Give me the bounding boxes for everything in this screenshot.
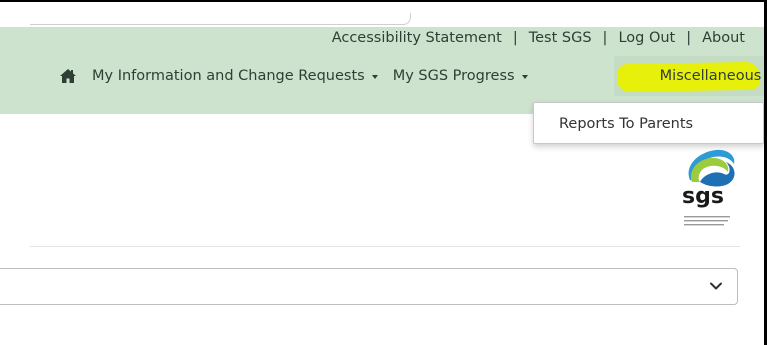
address-bar-fragment: [30, 13, 411, 25]
caret-down-icon: [371, 74, 378, 79]
separator: |: [686, 30, 692, 46]
browser-strip: [0, 5, 764, 27]
separator: |: [512, 30, 518, 46]
nav-label: My Information and Change Requests: [92, 68, 365, 84]
page: Accessibility Statement | Test SGS | Log…: [0, 0, 767, 345]
menu-item-reports-to-parents[interactable]: Reports To Parents: [559, 116, 693, 132]
separator: |: [602, 30, 608, 46]
frame-border-top: [0, 0, 767, 2]
select-dropdown[interactable]: [0, 268, 738, 305]
home-icon[interactable]: [58, 66, 78, 86]
utility-links: Accessibility Statement | Test SGS | Log…: [332, 30, 745, 46]
nav-miscellaneous[interactable]: Miscellaneous: [614, 57, 767, 95]
main-nav: My Information and Change Requests My SG…: [58, 64, 761, 88]
logo-tagline: [684, 216, 730, 226]
chevron-down-icon: [710, 282, 722, 290]
logo-wordmark: sgs: [682, 184, 724, 209]
accessibility-statement-link[interactable]: Accessibility Statement: [332, 30, 502, 46]
about-link[interactable]: About: [702, 30, 745, 46]
nav-my-sgs-progress[interactable]: My SGS Progress: [393, 68, 528, 84]
nav-my-information[interactable]: My Information and Change Requests: [92, 68, 378, 84]
caret-down-icon: [521, 74, 528, 79]
log-out-link[interactable]: Log Out: [618, 30, 675, 46]
nav-label: My SGS Progress: [392, 68, 515, 84]
divider: [30, 246, 740, 247]
nav-label: Miscellaneous: [659, 68, 762, 84]
test-sgs-link[interactable]: Test SGS: [529, 30, 592, 46]
